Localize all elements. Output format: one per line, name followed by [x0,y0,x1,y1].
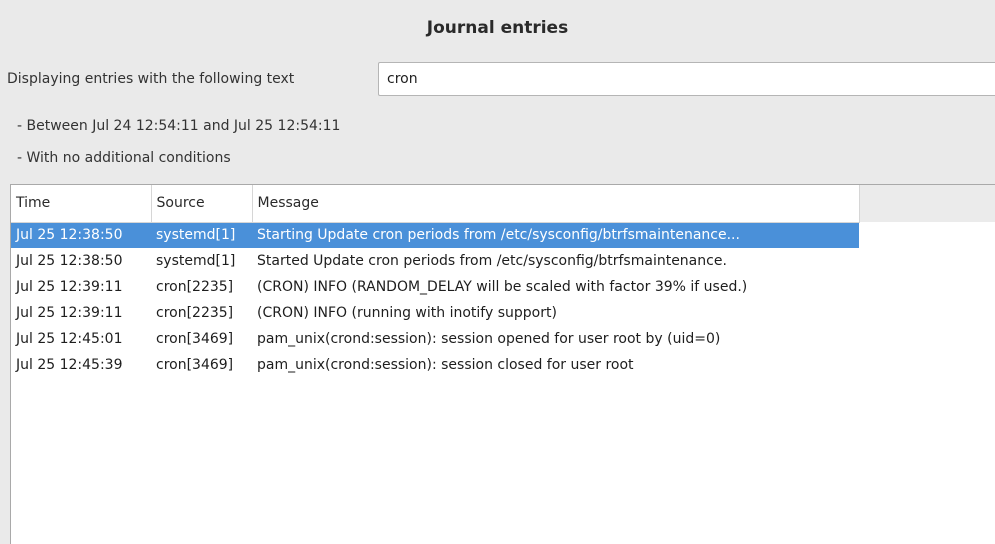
filter-row: Displaying entries with the following te… [0,60,995,98]
table-body: Jul 25 12:38:50 systemd[1] Starting Update… [11,222,859,378]
cell-message: pam_unix(crond:session): session opened … [257,331,721,347]
journal-entries-list[interactable]: Time Source Message Jul 25 12:38:50 syste… [10,184,995,544]
table-row[interactable]: Jul 25 12:39:11 cron[2235] (CRON) INFO (RA… [11,274,859,300]
column-header-source[interactable]: Source [151,185,253,223]
column-header-message[interactable]: Message [252,185,860,223]
cell-message: (CRON) INFO (RANDOM_DELAY will be scaled… [257,279,748,295]
cell-time: Jul 25 12:45:01 [16,331,123,347]
header-filler [859,185,995,222]
cell-source: cron[2235] [156,305,234,321]
table-row[interactable]: Jul 25 12:38:50 systemd[1] Starting Update… [11,222,859,248]
cell-message: Started Update cron periods from /etc/sy… [257,253,727,269]
cell-message: (CRON) INFO (running with inotify suppor… [257,305,557,321]
cell-source: cron[3469] [156,331,234,347]
cell-source: cron[2235] [156,279,234,295]
column-header-time[interactable]: Time [11,185,152,223]
filter-label: Displaying entries with the following te… [7,71,295,87]
search-text-input[interactable] [378,62,995,96]
window-title: Journal entries [426,17,569,38]
cell-source: systemd[1] [151,222,252,248]
cell-message: pam_unix(crond:session): session closed … [257,357,634,373]
cell-source: cron[3469] [156,357,234,373]
table-row[interactable]: Jul 25 12:39:11 cron[2235] (CRON) INFO (ru… [11,300,859,326]
date-range-condition: - Between Jul 24 12:54:11 and Jul 25 12:… [17,118,341,134]
cell-time: Jul 25 12:38:50 [11,222,151,248]
table-row[interactable]: Jul 25 12:45:01 cron[3469] pam_unix(crond:… [11,326,859,352]
additional-conditions: - With no additional conditions [17,150,231,166]
table-row[interactable]: Jul 25 12:38:50 systemd[1] Started Update … [11,248,859,274]
cell-time: Jul 25 12:45:39 [16,357,123,373]
cell-source: systemd[1] [156,253,236,269]
cell-time: Jul 25 12:39:11 [16,279,123,295]
cell-time: Jul 25 12:38:50 [16,253,123,269]
cell-message: Starting Update cron periods from /etc/s… [252,222,859,248]
journal-table: Time Source Message Jul 25 12:38:50 syste… [11,185,860,378]
table-row[interactable]: Jul 25 12:45:39 cron[3469] pam_unix(crond:… [11,352,859,378]
table-header-row: Time Source Message [11,185,860,223]
cell-time: Jul 25 12:39:11 [16,305,123,321]
